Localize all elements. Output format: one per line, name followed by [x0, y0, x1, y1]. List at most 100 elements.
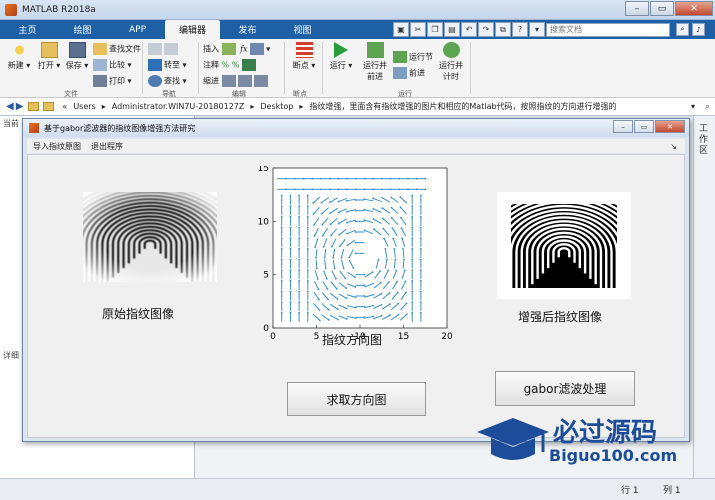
current-folder-address-bar[interactable]: ◀ ▶ « Users ▸ Administrator.WIN7U-201801…: [0, 98, 715, 116]
orientation-arrow-head: [411, 247, 414, 250]
forward-icon: [164, 43, 178, 55]
orientation-arrow-head: [420, 215, 422, 218]
maximize-button[interactable]: ▭: [650, 1, 674, 16]
address-dropdown-icon[interactable]: ▾: [691, 102, 695, 111]
smart-indent-icon: [221, 75, 236, 87]
compare-button[interactable]: 比较 ▾: [93, 59, 132, 71]
save-icon: [68, 42, 86, 58]
address-segment-desktop[interactable]: Desktop: [260, 102, 293, 111]
original-fingerprint-image: [83, 192, 217, 282]
back-arrow-icon[interactable]: ◀: [6, 101, 14, 112]
cut-quick-icon[interactable]: ✂: [410, 22, 426, 37]
orientation-arrow-head: [289, 215, 292, 218]
orientation-arrow-head: [321, 234, 324, 237]
advance-button[interactable]: 前进: [393, 67, 425, 79]
orientation-arrow-head: [400, 227, 403, 229]
run-section-label: 运行节: [409, 52, 433, 62]
up-folder-icon[interactable]: [28, 102, 40, 111]
graduation-cap-logo-icon: [477, 418, 549, 460]
save-quick-icon[interactable]: ▣: [393, 22, 409, 37]
workspace-label: 工作区: [699, 124, 709, 156]
orientation-arrow-head: [318, 319, 321, 322]
open-button[interactable]: 打开 ▾: [36, 42, 62, 71]
orientation-arrow-head: [345, 297, 348, 300]
search-icon[interactable]: ⌕: [705, 102, 710, 112]
tab-publish[interactable]: 发布: [220, 20, 275, 39]
fx-icon: fx: [240, 44, 248, 54]
menu-import-fingerprint[interactable]: 导入指纹原图: [33, 141, 81, 152]
forward-arrow-icon[interactable]: ▶: [16, 101, 24, 112]
close-button[interactable]: ✕: [675, 1, 713, 16]
orientation-arrow-head: [371, 271, 374, 274]
search-icon[interactable]: ⌕: [676, 23, 689, 36]
run-section-button[interactable]: 运行节: [393, 51, 433, 63]
figure-minimize-button[interactable]: –: [613, 120, 633, 133]
orientation-arrow-head: [420, 301, 422, 304]
run-and-advance-button[interactable]: 运行并 前进: [362, 42, 388, 82]
status-bar: [0, 478, 715, 500]
back-forward-buttons[interactable]: [148, 43, 180, 55]
address-segment-folder[interactable]: 指纹增强，里面含有指纹增强的图片和相应的Matlab代码，按照指纹的方向进行增强…: [309, 101, 616, 112]
orientation-arrow-head: [314, 246, 317, 248]
orientation-arrow-head: [312, 202, 315, 204]
find-button[interactable]: 查找 ▾: [148, 75, 187, 87]
orientation-arrow-head: [372, 197, 375, 200]
run-button[interactable]: 运行 ▾: [328, 42, 354, 71]
tab-apps[interactable]: APP: [110, 20, 165, 39]
copy-quick-icon[interactable]: ❐: [427, 22, 443, 37]
undo-quick-icon[interactable]: ↶: [461, 22, 477, 37]
new-button[interactable]: 新建 ▾: [6, 42, 32, 71]
redo-quick-icon[interactable]: ↷: [478, 22, 494, 37]
bell-icon[interactable]: ♪: [692, 23, 705, 36]
figure-maximize-button[interactable]: ▭: [634, 120, 654, 133]
compare-icon: [93, 59, 107, 71]
orientation-arrow-head: [329, 212, 332, 215]
figure-close-button[interactable]: ✕: [655, 120, 685, 133]
orientation-arrow-head: [348, 256, 351, 259]
print-button[interactable]: 打印 ▾: [93, 75, 132, 87]
orientation-arrow-head: [397, 313, 400, 316]
tab-home[interactable]: 主页: [0, 20, 55, 39]
increase-indent-icon: [237, 75, 252, 87]
window-title: MATLAB R2018a: [22, 4, 96, 15]
find-files-button[interactable]: 查找文件: [93, 43, 141, 55]
tab-plots[interactable]: 绘图: [55, 20, 110, 39]
orientation-arrow-head: [280, 226, 283, 229]
orientation-arrow-head: [306, 301, 309, 304]
tab-view[interactable]: 视图: [275, 20, 330, 39]
address-segment-user[interactable]: Administrator.WIN7U-20180127Z: [112, 102, 245, 111]
percent-multi-icon: %: [231, 60, 240, 70]
compute-orientation-button[interactable]: 求取方向图: [287, 382, 426, 416]
decrease-indent-icon: [253, 75, 268, 87]
breakpoints-button[interactable]: 断点 ▾: [291, 42, 317, 71]
save-button[interactable]: 保存 ▾: [64, 42, 90, 71]
orientation-arrow-head: [392, 237, 395, 240]
menubar-arrow-icon[interactable]: ↘: [670, 142, 677, 151]
paste-quick-icon[interactable]: ▤: [444, 22, 460, 37]
goto-button[interactable]: 转至 ▾: [148, 59, 187, 71]
address-separator: ▸: [250, 102, 255, 111]
search-documentation-input[interactable]: 搜索文档: [546, 23, 670, 37]
orientation-arrow-head: [317, 288, 320, 291]
address-segment-users[interactable]: Users: [73, 102, 95, 111]
orientation-arrow-head: [411, 226, 414, 229]
insert-button[interactable]: 插入 fx ▾: [203, 43, 270, 55]
minimize-button[interactable]: –: [625, 1, 649, 16]
run-and-time-button[interactable]: 运行并 计时: [438, 42, 464, 82]
help-quick-icon[interactable]: ?: [512, 22, 528, 37]
menu-exit-program[interactable]: 退出程序: [91, 141, 123, 152]
orientation-arrow-head: [289, 194, 292, 197]
comment-button[interactable]: 注释 % %: [203, 59, 258, 71]
orientation-arrow-head: [280, 301, 283, 304]
orientation-arrow-head: [411, 269, 414, 272]
switch-windows-quick-icon[interactable]: ⧉: [495, 22, 511, 37]
indent-button[interactable]: 缩进: [203, 75, 270, 87]
expand-quick-icon[interactable]: ▾: [529, 22, 545, 37]
orientation-arrow-head: [298, 279, 300, 282]
gabor-filter-button[interactable]: gabor滤波处理: [495, 371, 635, 406]
orientation-arrow-head: [391, 227, 394, 230]
address-overflow[interactable]: «: [62, 102, 67, 111]
browse-folder-icon[interactable]: [43, 102, 55, 111]
tab-editor[interactable]: 编辑器: [165, 20, 220, 39]
orientation-arrow-head: [298, 247, 300, 250]
